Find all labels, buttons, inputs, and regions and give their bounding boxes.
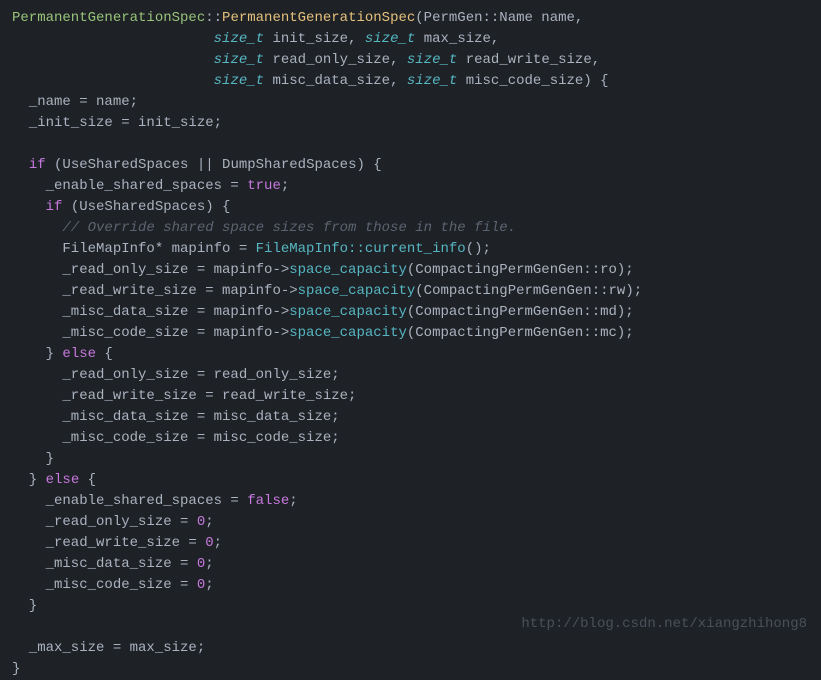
code-line: size_t misc_data_size, size_t misc_code_…	[12, 73, 609, 89]
code-line: _read_write_size = mapinfo->space_capaci…	[12, 283, 642, 299]
method-call: space_capacity	[289, 304, 407, 320]
code-line: size_t init_size, size_t max_size,	[12, 31, 499, 47]
literal-false: false	[247, 493, 289, 509]
keyword-else: else	[62, 346, 96, 362]
literal-number: 0	[197, 514, 205, 530]
code-line: if (UseSharedSpaces || DumpSharedSpaces)…	[12, 157, 382, 173]
code-line: } else {	[12, 472, 96, 488]
constructor-name: PermanentGenerationSpec	[222, 10, 415, 26]
code-line: }	[12, 661, 20, 677]
code-line: size_t read_only_size, size_t read_write…	[12, 52, 600, 68]
keyword-if: if	[29, 157, 46, 173]
code-line: _init_size = init_size;	[12, 115, 222, 131]
watermark-text: http://blog.csdn.net/xiangzhihong8	[521, 614, 807, 635]
code-line: _misc_data_size = mapinfo->space_capacit…	[12, 304, 634, 320]
code-line: // Override shared space sizes from thos…	[12, 220, 516, 236]
method-call: space_capacity	[289, 325, 407, 341]
code-line: PermanentGenerationSpec::PermanentGenera…	[12, 10, 583, 26]
code-line: _read_only_size = read_only_size;	[12, 367, 340, 383]
code-line: }	[12, 451, 54, 467]
code-line: FileMapInfo* mapinfo = FileMapInfo::curr…	[12, 241, 491, 257]
code-line: _read_only_size = mapinfo->space_capacit…	[12, 262, 634, 278]
literal-number: 0	[197, 556, 205, 572]
code-line: _misc_code_size = misc_code_size;	[12, 430, 340, 446]
method-call: space_capacity	[289, 262, 407, 278]
code-line: }	[12, 598, 37, 614]
code-line: } else {	[12, 346, 113, 362]
code-line: _misc_code_size = 0;	[12, 577, 214, 593]
method-call: FileMapInfo::current_info	[256, 241, 466, 257]
code-line: _read_write_size = read_write_size;	[12, 388, 356, 404]
code-line: _max_size = max_size;	[12, 640, 205, 656]
method-call: space_capacity	[298, 283, 416, 299]
keyword-if: if	[46, 199, 63, 215]
code-line: _read_write_size = 0;	[12, 535, 222, 551]
class-name: PermanentGenerationSpec	[12, 10, 205, 26]
literal-number: 0	[197, 577, 205, 593]
code-line: _enable_shared_spaces = true;	[12, 178, 289, 194]
code-line: _read_only_size = 0;	[12, 514, 214, 530]
code-line: _misc_code_size = mapinfo->space_capacit…	[12, 325, 634, 341]
code-line: _enable_shared_spaces = false;	[12, 493, 298, 509]
code-line: _misc_data_size = misc_data_size;	[12, 409, 340, 425]
keyword-else: else	[46, 472, 80, 488]
literal-number: 0	[205, 535, 213, 551]
literal-true: true	[247, 178, 281, 194]
code-block: PermanentGenerationSpec::PermanentGenera…	[12, 8, 809, 680]
code-line: _name = name;	[12, 94, 138, 110]
code-line: _misc_data_size = 0;	[12, 556, 214, 572]
code-line: if (UseSharedSpaces) {	[12, 199, 230, 215]
